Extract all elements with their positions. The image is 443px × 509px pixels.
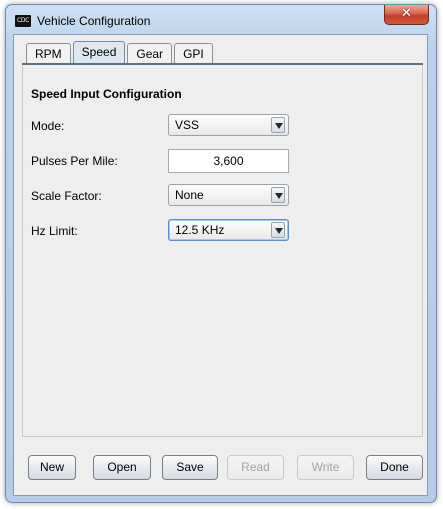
hz-limit-label: Hz Limit: (31, 224, 78, 238)
new-button[interactable]: New (28, 455, 76, 480)
close-button[interactable]: ✕ (384, 5, 429, 25)
chevron-down-icon (275, 228, 283, 234)
done-button[interactable]: Done (366, 455, 423, 480)
mode-value: VSS (175, 118, 200, 132)
tab-speed[interactable]: Speed (72, 41, 126, 63)
mode-label: Mode: (31, 119, 65, 133)
pulses-per-mile-field[interactable]: 3,600 (168, 149, 289, 173)
close-icon: ✕ (401, 6, 412, 21)
open-button[interactable]: Open (93, 455, 151, 480)
mode-dropdown-button[interactable] (271, 117, 285, 133)
section-title: Speed Input Configuration (31, 87, 182, 101)
scale-factor-label: Scale Factor: (31, 189, 102, 203)
tab-gear[interactable]: Gear (127, 43, 173, 63)
tab-strip: RPM Speed Gear GPI (26, 41, 215, 63)
app-icon: CDC (15, 15, 31, 27)
tab-gpi[interactable]: GPI (174, 43, 213, 63)
mode-select[interactable]: VSS (168, 114, 289, 136)
scale-factor-select[interactable]: None (168, 184, 289, 206)
window-content: RPM Speed Gear GPI Speed Input Configura… (13, 34, 428, 496)
hz-limit-value: 12.5 KHz (175, 223, 225, 237)
pulses-per-mile-label: Pulses Per Mile: (31, 154, 118, 168)
window-title: Vehicle Configuration (37, 14, 151, 28)
vehicle-configuration-window: CDC Vehicle Configuration ✕ RPM Speed Ge… (5, 4, 437, 503)
save-button[interactable]: Save (162, 455, 218, 480)
button-bar: New Open Save Read Write Done (22, 437, 423, 495)
scale-factor-value: None (175, 188, 204, 202)
hz-limit-select[interactable]: 12.5 KHz (168, 219, 289, 241)
chevron-down-icon (275, 193, 283, 199)
chevron-down-icon (275, 123, 283, 129)
read-button[interactable]: Read (227, 455, 284, 480)
title-bar[interactable]: CDC Vehicle Configuration ✕ (6, 5, 436, 33)
hz-limit-dropdown-button[interactable] (271, 222, 285, 238)
write-button[interactable]: Write (297, 455, 354, 480)
scale-factor-dropdown-button[interactable] (271, 187, 285, 203)
tab-rpm[interactable]: RPM (26, 43, 71, 63)
